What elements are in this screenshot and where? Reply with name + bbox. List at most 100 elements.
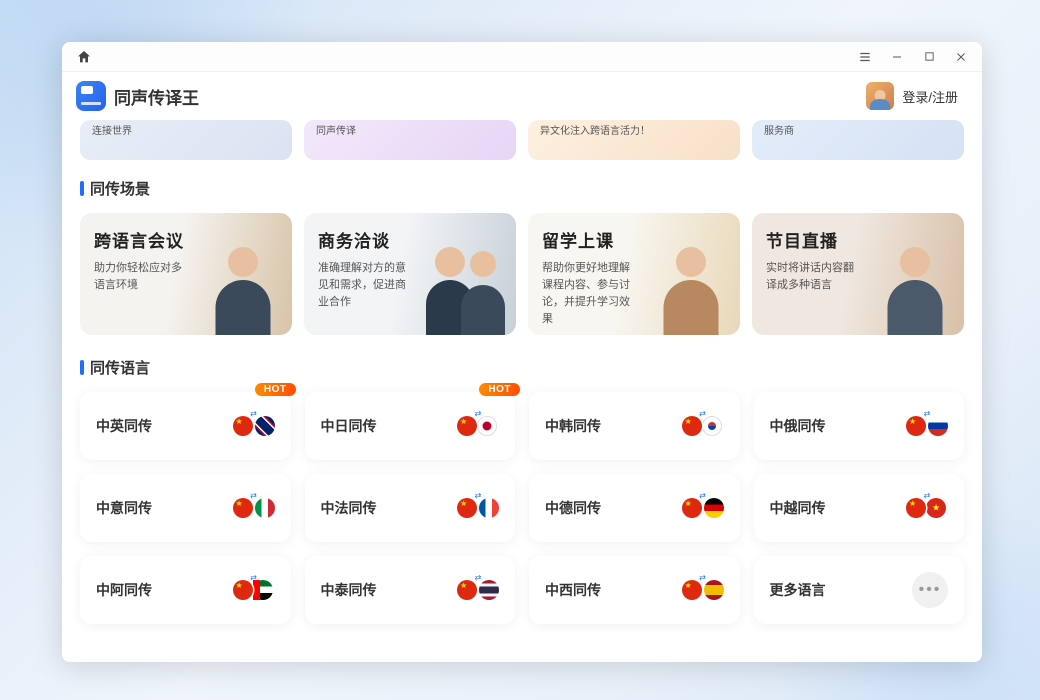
scene-desc: 助力你轻松应对多语言环境	[94, 260, 186, 294]
lang-card[interactable]: 中泰同传 ⇄	[305, 556, 516, 624]
lang-label: 中法同传	[321, 498, 377, 518]
scene-cards: 跨语言会议 助力你轻松应对多语言环境 商务洽谈 准确理解对方的意见和需求，促进商…	[76, 213, 968, 335]
flag-pair-icon: ⇄	[682, 579, 724, 601]
flag-pair-icon: ⇄	[457, 415, 499, 437]
app-window: 同声传译王 登录/注册 连接世界 同声传译 异文化注入跨语言活力！ 服务商 同传…	[62, 42, 982, 662]
flag-cn-icon	[233, 580, 253, 600]
lang-label: 中韩同传	[545, 416, 601, 436]
flag-cn-icon	[457, 498, 477, 518]
lang-card[interactable]: HOT中日同传 ⇄	[305, 392, 516, 460]
login-area[interactable]: 登录/注册	[866, 82, 958, 110]
flag-pair-icon: ⇄	[233, 497, 275, 519]
language-grid: HOT中英同传 ⇄ HOT中日同传 ⇄ 中韩同传 ⇄ 中俄同传 ⇄ 中意同传 ⇄…	[76, 392, 968, 624]
feature-card[interactable]: 服务商	[752, 120, 964, 160]
section-title-langs: 同传语言	[80, 357, 964, 378]
swap-arrow-icon: ⇄	[924, 491, 931, 500]
menu-icon[interactable]	[856, 48, 874, 66]
person-illustration	[870, 230, 960, 335]
flag-pair-icon: ⇄	[233, 579, 275, 601]
lang-card[interactable]: 中意同传 ⇄	[80, 474, 291, 542]
login-link: 登录/注册	[902, 87, 958, 106]
minimize-button[interactable]	[888, 48, 906, 66]
scene-card-live[interactable]: 节目直播 实时将讲话内容翻译成多种语言	[752, 213, 964, 335]
flag-es-icon	[704, 580, 724, 600]
lang-card[interactable]: 中韩同传 ⇄	[529, 392, 740, 460]
lang-label: 中越同传	[770, 498, 826, 518]
person-illustration	[198, 230, 288, 335]
flag-cn-icon	[682, 416, 702, 436]
lang-label: 中阿同传	[96, 580, 152, 600]
scene-desc: 准确理解对方的意见和需求，促进商业合作	[318, 260, 410, 311]
lang-card[interactable]: HOT中英同传 ⇄	[80, 392, 291, 460]
feature-card[interactable]: 同声传译	[304, 120, 516, 160]
swap-arrow-icon: ⇄	[475, 409, 482, 418]
scene-card-meeting[interactable]: 跨语言会议 助力你轻松应对多语言环境	[80, 213, 292, 335]
content-scroll[interactable]: 连接世界 同声传译 异文化注入跨语言活力！ 服务商 同传场景 跨语言会议 助力你…	[62, 120, 982, 662]
lang-label: 中德同传	[545, 498, 601, 518]
section-title-scenes: 同传场景	[80, 178, 964, 199]
flag-vn-icon	[926, 498, 946, 518]
swap-arrow-icon: ⇄	[699, 491, 706, 500]
flag-fr-icon	[479, 498, 499, 518]
scene-desc: 帮助你更好地理解 课程内容、参与讨论，并提升学习效果	[542, 260, 634, 328]
flag-de-icon	[704, 498, 724, 518]
swap-arrow-icon: ⇄	[699, 573, 706, 582]
brand: 同声传译王	[76, 81, 199, 111]
scene-desc: 实时将讲话内容翻译成多种语言	[766, 260, 858, 294]
swap-arrow-icon: ⇄	[475, 491, 482, 500]
flag-ae-icon	[253, 580, 273, 600]
flag-pair-icon: ⇄	[457, 497, 499, 519]
lang-card[interactable]: 中德同传 ⇄	[529, 474, 740, 542]
feature-card[interactable]: 连接世界	[80, 120, 292, 160]
feature-card[interactable]: 异文化注入跨语言活力！	[528, 120, 740, 160]
home-button[interactable]	[72, 46, 96, 68]
top-cards-partial: 连接世界 同声传译 异文化注入跨语言活力！ 服务商	[76, 120, 968, 160]
flag-pair-icon: ⇄	[906, 497, 948, 519]
flag-pair-icon: ⇄	[682, 497, 724, 519]
flag-it-icon	[255, 498, 275, 518]
lang-label: 中泰同传	[321, 580, 377, 600]
titlebar	[62, 42, 982, 72]
swap-arrow-icon: ⇄	[475, 573, 482, 582]
lang-label: 中意同传	[96, 498, 152, 518]
hot-badge: HOT	[255, 383, 296, 396]
lang-card[interactable]: 中越同传 ⇄	[754, 474, 965, 542]
hot-badge: HOT	[479, 383, 520, 396]
lang-label: 中俄同传	[770, 416, 826, 436]
lang-label: 中日同传	[321, 416, 377, 436]
flag-ru-icon	[928, 416, 948, 436]
flag-jp-icon	[477, 416, 497, 436]
more-label: 更多语言	[770, 580, 826, 600]
swap-arrow-icon: ⇄	[250, 491, 257, 500]
more-dots-icon: •••	[912, 572, 948, 608]
flag-cn-icon	[906, 416, 926, 436]
maximize-button[interactable]	[920, 48, 938, 66]
flag-cn-icon	[233, 498, 253, 518]
lang-card[interactable]: 中西同传 ⇄	[529, 556, 740, 624]
flag-cn-icon	[233, 416, 253, 436]
flag-cn-icon	[457, 580, 477, 600]
lang-label: 中西同传	[545, 580, 601, 600]
header: 同声传译王 登录/注册	[62, 72, 982, 120]
person-illustration	[411, 230, 516, 335]
flag-cn-icon	[682, 580, 702, 600]
swap-arrow-icon: ⇄	[699, 409, 706, 418]
flag-cn-icon	[682, 498, 702, 518]
window-controls	[856, 48, 970, 66]
flag-pair-icon: ⇄	[906, 415, 948, 437]
close-button[interactable]	[952, 48, 970, 66]
scene-card-business[interactable]: 商务洽谈 准确理解对方的意见和需求，促进商业合作	[304, 213, 516, 335]
lang-card[interactable]: 中阿同传 ⇄	[80, 556, 291, 624]
swap-arrow-icon: ⇄	[250, 409, 257, 418]
app-title: 同声传译王	[114, 84, 199, 109]
lang-card[interactable]: 中俄同传 ⇄	[754, 392, 965, 460]
scene-card-study[interactable]: 留学上课 帮助你更好地理解 课程内容、参与讨论，并提升学习效果	[528, 213, 740, 335]
flag-kr-icon	[702, 416, 722, 436]
avatar-icon	[866, 82, 894, 110]
flag-cn-icon	[906, 498, 926, 518]
lang-label: 中英同传	[96, 416, 152, 436]
lang-card-more[interactable]: 更多语言 •••	[754, 556, 965, 624]
lang-card[interactable]: 中法同传 ⇄	[305, 474, 516, 542]
app-icon	[76, 81, 106, 111]
flag-pair-icon: ⇄	[457, 579, 499, 601]
